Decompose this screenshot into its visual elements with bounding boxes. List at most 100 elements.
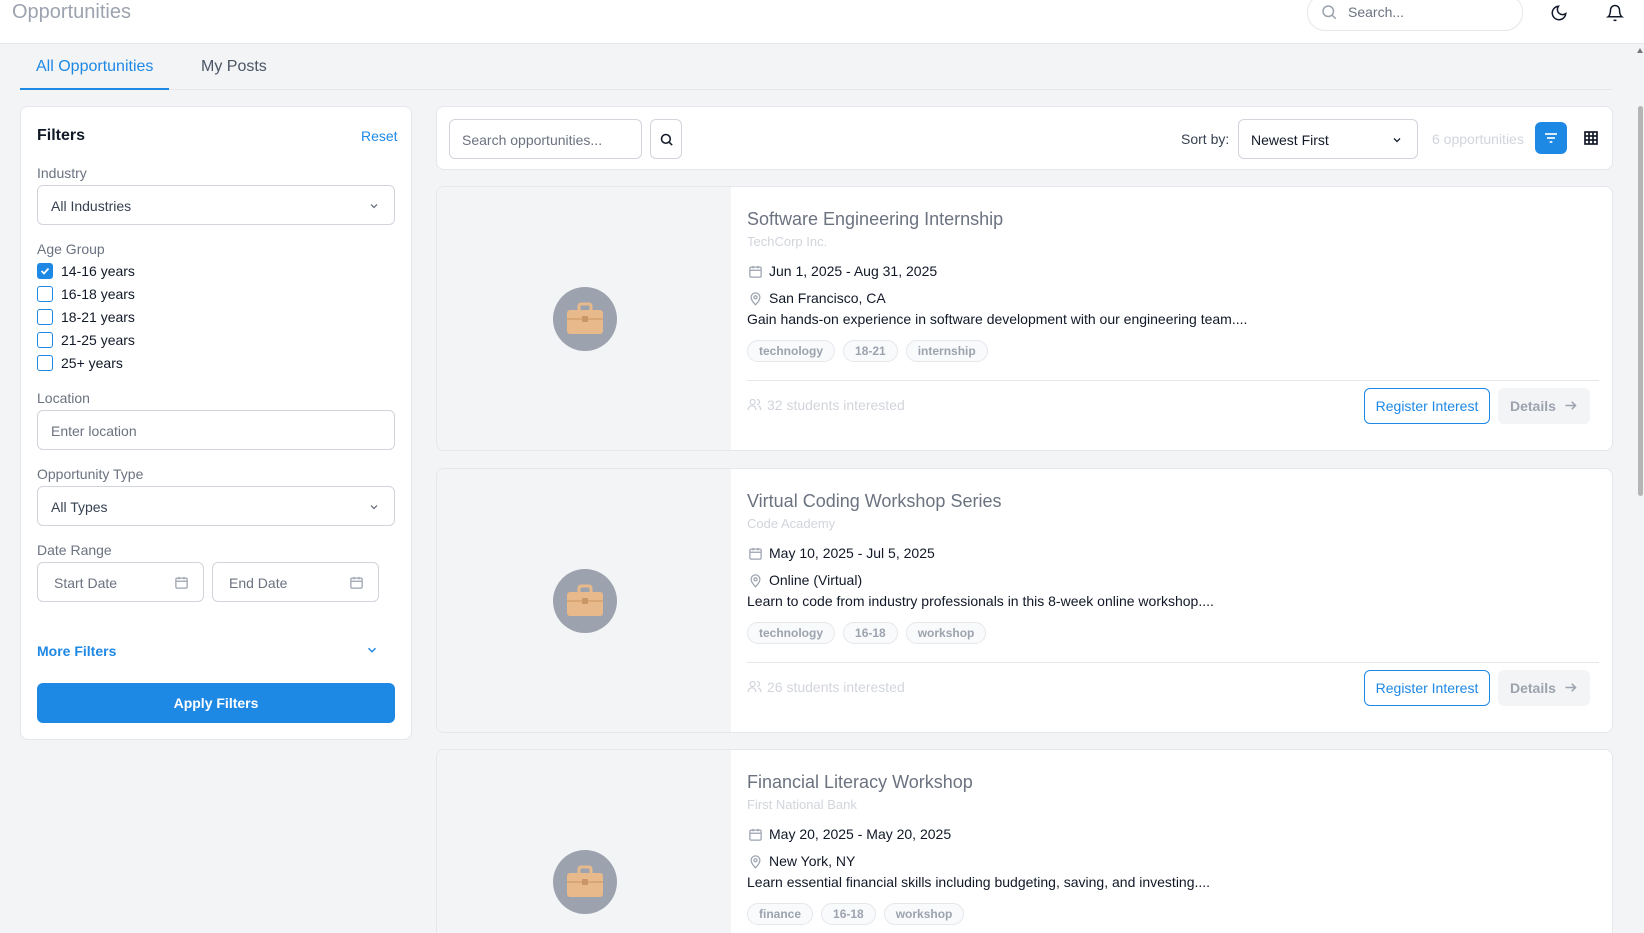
global-search-placeholder: Search... bbox=[1348, 4, 1405, 20]
card-title[interactable]: Virtual Coding Workshop Series bbox=[747, 491, 1001, 512]
card-avatar bbox=[553, 287, 617, 351]
tag: finance bbox=[747, 903, 814, 925]
card-divider bbox=[747, 380, 1599, 381]
card-students-text: 32 students interested bbox=[767, 397, 905, 413]
checkbox-checked[interactable] bbox=[37, 263, 53, 279]
tag: technology bbox=[747, 622, 836, 644]
results-toolbar: Search opportunities... Sort by: Newest … bbox=[436, 106, 1613, 170]
age-option-14-16[interactable]: 14-16 years bbox=[37, 262, 135, 280]
card-description: Learn essential financial skills includi… bbox=[747, 874, 1211, 890]
chevron-down-icon[interactable] bbox=[365, 643, 379, 657]
card-description: Gain hands-on experience in software dev… bbox=[747, 311, 1248, 327]
card-dates-text: May 20, 2025 - May 20, 2025 bbox=[769, 826, 952, 842]
arrow-right-icon bbox=[1565, 401, 1577, 410]
opportunity-card[interactable]: Virtual Coding Workshop Series Code Acad… bbox=[436, 468, 1613, 733]
card-location: Online (Virtual) bbox=[747, 572, 862, 588]
opportunity-type-select[interactable]: All Types bbox=[37, 486, 395, 526]
age-option-25-plus[interactable]: 25+ years bbox=[37, 354, 123, 372]
calendar-icon bbox=[747, 826, 763, 842]
opportunity-card[interactable]: Financial Literacy Workshop First Nation… bbox=[436, 749, 1613, 933]
age-option-21-25[interactable]: 21-25 years bbox=[37, 331, 135, 349]
location-input[interactable]: Enter location bbox=[37, 410, 395, 450]
reset-filters-link[interactable]: Reset bbox=[361, 128, 398, 144]
tag: 16-18 bbox=[821, 903, 876, 925]
card-organization: First National Bank bbox=[747, 797, 857, 812]
tab-all-opportunities[interactable]: All Opportunities bbox=[20, 58, 170, 90]
moon-icon[interactable] bbox=[1546, 0, 1572, 26]
card-image-area bbox=[437, 187, 731, 450]
filters-panel: Filters Reset Industry All Industries Ag… bbox=[20, 106, 412, 740]
card-dates-text: Jun 1, 2025 - Aug 31, 2025 bbox=[769, 263, 938, 279]
start-date-input[interactable]: Start Date bbox=[37, 562, 204, 602]
age-option-label: 25+ years bbox=[61, 355, 123, 371]
card-tags: technology 16-18 workshop bbox=[747, 622, 987, 644]
card-dates-text: May 10, 2025 - Jul 5, 2025 bbox=[769, 545, 935, 561]
card-title[interactable]: Software Engineering Internship bbox=[747, 209, 1003, 230]
sort-label: Sort by: bbox=[1181, 131, 1230, 147]
scroll-up-arrow-icon[interactable] bbox=[1637, 48, 1643, 53]
tab-my-posts[interactable]: My Posts bbox=[185, 58, 283, 90]
list-view-button[interactable] bbox=[1535, 122, 1567, 154]
tag: technology bbox=[747, 340, 836, 362]
users-icon bbox=[747, 397, 763, 413]
scroll-thumb[interactable] bbox=[1638, 106, 1643, 496]
apply-filters-button[interactable]: Apply Filters bbox=[37, 683, 395, 723]
tag: workshop bbox=[883, 903, 965, 925]
calendar-icon bbox=[350, 576, 363, 589]
briefcase-icon bbox=[567, 302, 603, 334]
card-image-area bbox=[437, 750, 731, 933]
opportunity-card[interactable]: Software Engineering Internship TechCorp… bbox=[436, 186, 1613, 451]
details-button[interactable]: Details bbox=[1498, 388, 1590, 424]
search-icon bbox=[660, 133, 673, 146]
chevron-down-icon bbox=[1393, 138, 1401, 143]
card-title[interactable]: Financial Literacy Workshop bbox=[747, 772, 973, 793]
register-interest-button[interactable]: Register Interest bbox=[1364, 670, 1490, 706]
card-tags: finance 16-18 workshop bbox=[747, 903, 965, 925]
card-tags: technology 18-21 internship bbox=[747, 340, 988, 362]
checkbox[interactable] bbox=[37, 355, 53, 371]
page-title: Opportunities bbox=[12, 1, 131, 23]
top-header: Opportunities Search... bbox=[0, 0, 1644, 44]
age-option-label: 21-25 years bbox=[61, 332, 135, 348]
calendar-icon bbox=[747, 545, 763, 561]
calendar-icon bbox=[747, 263, 763, 279]
calendar-icon bbox=[175, 576, 188, 589]
briefcase-icon bbox=[567, 865, 603, 897]
card-description: Learn to code from industry professional… bbox=[747, 593, 1214, 609]
industry-select[interactable]: All Industries bbox=[37, 185, 395, 225]
chevron-down-icon bbox=[370, 505, 378, 510]
checkbox[interactable] bbox=[37, 286, 53, 302]
opportunity-count: 6 opportunities bbox=[1432, 131, 1524, 147]
chevron-down-icon bbox=[370, 204, 378, 209]
grid-view-button[interactable] bbox=[1575, 122, 1607, 154]
start-date-placeholder: Start Date bbox=[54, 575, 118, 591]
search-button[interactable] bbox=[650, 119, 682, 159]
age-option-18-21[interactable]: 18-21 years bbox=[37, 308, 135, 326]
sort-value: Newest First bbox=[1251, 132, 1329, 148]
bell-icon[interactable] bbox=[1602, 0, 1628, 26]
page-scrollbar[interactable] bbox=[1636, 44, 1644, 933]
age-option-16-18[interactable]: 16-18 years bbox=[37, 285, 135, 303]
card-organization: TechCorp Inc. bbox=[747, 234, 828, 249]
checkbox[interactable] bbox=[37, 332, 53, 348]
card-dates: May 20, 2025 - May 20, 2025 bbox=[747, 826, 951, 842]
sort-select[interactable]: Newest First bbox=[1238, 119, 1418, 159]
register-interest-button[interactable]: Register Interest bbox=[1364, 388, 1490, 424]
filter-lines-icon bbox=[1545, 133, 1557, 143]
tab-bar: All Opportunities My Posts bbox=[20, 50, 1612, 90]
details-button[interactable]: Details bbox=[1498, 670, 1590, 706]
tag: internship bbox=[905, 340, 988, 362]
briefcase-icon bbox=[567, 584, 603, 616]
search-icon bbox=[1322, 5, 1337, 20]
details-label: Details bbox=[1510, 398, 1556, 414]
checkbox[interactable] bbox=[37, 309, 53, 325]
opportunity-search-input[interactable]: Search opportunities... bbox=[449, 119, 642, 159]
global-search-input[interactable]: Search... bbox=[1307, 0, 1523, 31]
card-students: 32 students interested bbox=[747, 397, 905, 413]
card-image-area bbox=[437, 469, 731, 732]
end-date-input[interactable]: End Date bbox=[212, 562, 379, 602]
card-location-text: New York, NY bbox=[769, 853, 856, 869]
age-group-label: Age Group bbox=[37, 241, 105, 257]
more-filters-toggle[interactable]: More Filters bbox=[37, 643, 116, 659]
card-location: San Francisco, CA bbox=[747, 290, 886, 306]
